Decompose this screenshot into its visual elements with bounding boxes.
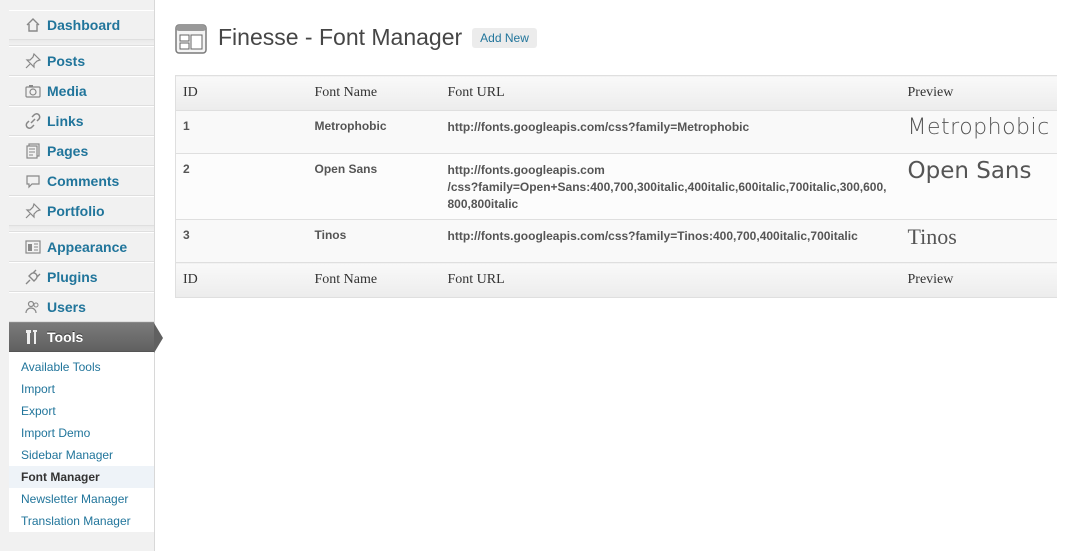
dashboard-icon	[25, 17, 41, 33]
submenu-item-newsletter-manager[interactable]: Newsletter Manager	[9, 488, 154, 510]
menu-item-posts[interactable]: Posts	[9, 46, 154, 76]
font-name-cell: Tinos	[307, 219, 441, 263]
font-preview-text: Open Sans	[907, 158, 1032, 184]
menu-item-label: Tools	[47, 329, 84, 345]
menu-item-plugins[interactable]: Plugins	[9, 262, 154, 292]
menu-item-label: Pages	[47, 143, 89, 159]
column-header-font-name[interactable]: Font Name	[307, 75, 441, 111]
column-header-id[interactable]: ID	[175, 75, 308, 111]
link-icon	[25, 113, 41, 129]
column-footer-preview[interactable]: Preview	[900, 262, 1057, 298]
submenu-item-translation-manager[interactable]: Translation Manager	[9, 510, 154, 532]
column-footer-id[interactable]: ID	[175, 262, 308, 298]
menu-item-label: Dashboard	[47, 17, 121, 33]
font-id-cell: 3	[175, 219, 308, 263]
camera-icon	[25, 83, 41, 99]
column-header-font-url[interactable]: Font URL	[440, 75, 901, 111]
submenu-item-import[interactable]: Import	[9, 378, 154, 400]
main-content: Finesse - Font Manager Add New ID Font N…	[175, 0, 1073, 298]
comment-bubble-icon	[25, 173, 41, 189]
font-name-cell: Metrophobic	[307, 110, 441, 154]
menu-item-media[interactable]: Media	[9, 76, 154, 106]
menu-item-label: Media	[47, 83, 87, 99]
font-preview-text: Tinos	[907, 224, 957, 249]
pages-icon	[25, 143, 41, 159]
menu-item-dashboard[interactable]: Dashboard	[9, 10, 154, 40]
menu-item-appearance[interactable]: Appearance	[9, 232, 154, 262]
tools-submenu: Available Tools Import Export Import Demo Si…	[9, 352, 154, 532]
plug-icon	[25, 269, 41, 285]
table-header-row: ID Font Name Font URL Preview	[175, 75, 1057, 111]
menu-item-label: Portfolio	[47, 203, 105, 219]
font-url-cell: http://fonts.googleapis.com/css?family=O…	[440, 153, 901, 220]
page-title: Finesse - Font Manager	[218, 24, 463, 50]
pushpin-icon	[25, 53, 41, 69]
menu-item-label: Appearance	[47, 239, 128, 255]
column-header-preview[interactable]: Preview	[900, 75, 1057, 111]
add-new-button[interactable]: Add New	[472, 27, 537, 48]
submenu-item-available-tools[interactable]: Available Tools	[9, 356, 154, 378]
submenu-item-export[interactable]: Export	[9, 400, 154, 422]
font-url-cell: http://fonts.googleapis.com/css?family=T…	[440, 219, 901, 263]
submenu-item-import-demo[interactable]: Import Demo	[9, 422, 154, 444]
menu-item-comments[interactable]: Comments	[9, 166, 154, 196]
menu-item-users[interactable]: Users	[9, 292, 154, 322]
page-layout-icon	[175, 23, 207, 55]
font-url-line: http://fonts.googleapis.com/css?family=T…	[447, 229, 858, 243]
font-url-line: 800,800italic	[447, 197, 519, 211]
column-footer-font-url[interactable]: Font URL	[440, 262, 901, 298]
menu-item-pages[interactable]: Pages	[9, 136, 154, 166]
tools-icon	[25, 329, 41, 345]
font-name-cell: Open Sans	[307, 153, 441, 220]
page-header: Finesse - Font Manager Add New	[175, 0, 1073, 75]
submenu-item-font-manager[interactable]: Font Manager	[9, 466, 154, 488]
menu-item-tools[interactable]: Tools	[9, 322, 163, 353]
font-url-line: http://fonts.googleapis.com/css?family=M…	[447, 120, 750, 134]
menu-item-label: Posts	[47, 53, 86, 69]
appearance-icon	[25, 239, 41, 255]
font-preview-cell: Metrophobic	[900, 110, 1057, 154]
font-url-line: /css?family=Open+Sans:400,700,300italic,…	[447, 180, 887, 194]
table-row: 3 Tinos http://fonts.googleapis.com/css?…	[175, 219, 1057, 263]
admin-sidebar: Dashboard Posts Media Links Pages Commen…	[0, 0, 163, 551]
font-id-cell: 1	[175, 110, 308, 154]
table-row: 1 Metrophobic http://fonts.googleapis.co…	[175, 110, 1057, 154]
font-url-cell: http://fonts.googleapis.com/css?family=M…	[440, 110, 901, 154]
menu-item-label: Comments	[47, 173, 120, 189]
table-row: 2 Open Sans http://fonts.googleapis.com /…	[175, 153, 1057, 220]
font-preview-cell: Open Sans	[900, 153, 1057, 220]
table-footer-row: ID Font Name Font URL Preview	[175, 262, 1057, 298]
font-id-cell: 2	[175, 153, 308, 220]
pushpin-icon	[25, 203, 41, 219]
menu-item-label: Users	[47, 299, 86, 315]
font-preview-text: Metrophobic	[907, 115, 1050, 140]
fonts-table: ID Font Name Font URL Preview 1 Metropho…	[175, 75, 1057, 298]
font-url-line: http://fonts.googleapis.com	[447, 163, 605, 177]
menu-item-links[interactable]: Links	[9, 106, 154, 136]
admin-app: Dashboard Posts Media Links Pages Commen…	[0, 0, 1073, 551]
submenu-item-sidebar-manager[interactable]: Sidebar Manager	[9, 444, 154, 466]
menu-item-label: Plugins	[47, 269, 98, 285]
column-footer-font-name[interactable]: Font Name	[307, 262, 441, 298]
users-icon	[25, 299, 41, 315]
menu-item-label: Links	[47, 113, 84, 129]
font-preview-cell: Tinos	[900, 219, 1057, 263]
menu-item-portfolio[interactable]: Portfolio	[9, 196, 154, 226]
